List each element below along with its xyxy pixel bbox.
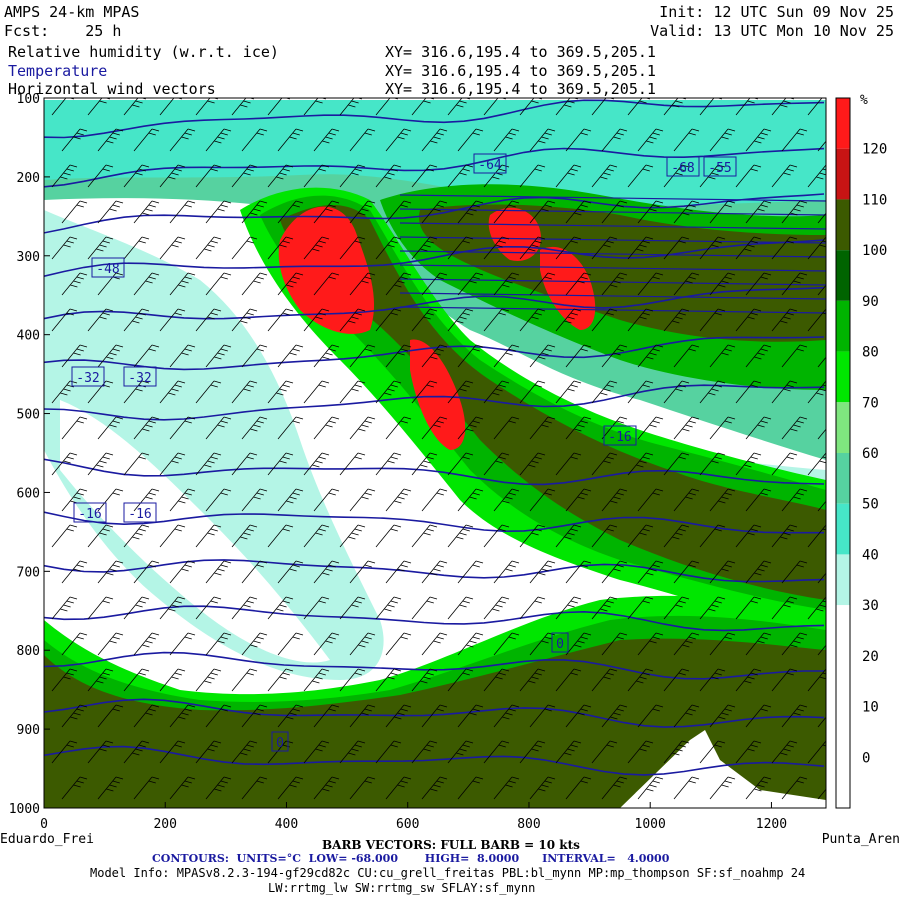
model-info-2: LW:rrtmg_lw SW:rrtmg_sw SFLAY:sf_mynn bbox=[268, 881, 536, 895]
svg-text:0: 0 bbox=[556, 637, 564, 652]
x-tick-label: 1200 bbox=[756, 817, 787, 832]
contour-note: CONTOURS: UNITS=°C LOW= -68.000 HIGH= 8.… bbox=[152, 852, 670, 865]
colorbar-swatch bbox=[836, 605, 850, 656]
svg-text:-55: -55 bbox=[708, 161, 731, 176]
colorbar-swatch bbox=[836, 250, 850, 301]
colorbar-swatch bbox=[836, 98, 850, 149]
colorbar-swatch bbox=[836, 655, 850, 707]
colorbar-label: 70 bbox=[862, 395, 879, 411]
colorbar-label: 50 bbox=[862, 497, 879, 513]
x-tick-label: 400 bbox=[275, 817, 298, 832]
model-info: Model Info: MPASv8.2.3-194-gf29cd82c CU:… bbox=[90, 866, 806, 880]
svg-text:-32: -32 bbox=[76, 371, 99, 386]
colorbar-swatch bbox=[836, 453, 850, 504]
colorbar-label: 30 bbox=[862, 598, 879, 614]
svg-text:0: 0 bbox=[276, 736, 284, 751]
colorbar: %1201101009080706050403020100 bbox=[835, 93, 887, 809]
y-tick-label: 1000 bbox=[9, 802, 40, 817]
x-tick-label: 800 bbox=[517, 817, 540, 832]
svg-text:-68: -68 bbox=[671, 161, 694, 176]
x-tick-label: 200 bbox=[153, 817, 176, 832]
y-tick-label: 100 bbox=[17, 92, 40, 107]
x-left-endpoint: Eduardo_Frei bbox=[0, 832, 94, 847]
barb-note: BARB VECTORS: FULL BARB = 10 kts bbox=[322, 838, 580, 852]
colorbar-swatch bbox=[836, 757, 850, 808]
colorbar-swatch bbox=[836, 351, 850, 403]
colorbar-label: 80 bbox=[862, 345, 879, 361]
colorbar-label: 10 bbox=[862, 700, 879, 716]
colorbar-label: 120 bbox=[862, 142, 887, 158]
colorbar-swatch bbox=[836, 503, 850, 555]
colorbar-label: 100 bbox=[862, 243, 887, 259]
svg-text:-16: -16 bbox=[128, 507, 151, 522]
svg-text:-48: -48 bbox=[96, 262, 119, 277]
colorbar-label: 90 bbox=[862, 294, 879, 310]
x-tick-label: 600 bbox=[396, 817, 419, 832]
y-tick-label: 600 bbox=[17, 486, 40, 501]
colorbar-label: 40 bbox=[862, 547, 879, 563]
colorbar-swatch bbox=[836, 554, 850, 606]
rh-shading bbox=[44, 98, 826, 808]
y-tick-label: 700 bbox=[17, 565, 40, 580]
y-tick-label: 900 bbox=[17, 723, 40, 738]
colorbar-swatch bbox=[836, 402, 850, 453]
y-tick-label: 200 bbox=[17, 171, 40, 186]
colorbar-swatch bbox=[836, 300, 850, 352]
cross-section-plot: -48-32 -32-16 -16-16-64 -68 -5500 1002003004… bbox=[9, 92, 888, 832]
colorbar-label: 60 bbox=[862, 446, 879, 462]
colorbar-label: 0 bbox=[862, 750, 870, 766]
svg-text:-16: -16 bbox=[78, 507, 101, 522]
y-tick-label: 800 bbox=[17, 644, 40, 659]
x-tick-label: 1000 bbox=[635, 817, 666, 832]
y-tick-label: 400 bbox=[17, 329, 40, 344]
y-tick-label: 300 bbox=[17, 250, 40, 265]
y-tick-label: 500 bbox=[17, 408, 40, 423]
colorbar-swatch bbox=[836, 199, 850, 251]
colorbar-label: 20 bbox=[862, 649, 879, 665]
colorbar-swatch bbox=[836, 148, 850, 200]
x-tick-label: 0 bbox=[40, 817, 48, 832]
svg-text:-16: -16 bbox=[608, 430, 631, 445]
svg-text:-32: -32 bbox=[128, 371, 151, 386]
colorbar-label: 110 bbox=[862, 192, 887, 208]
colorbar-unit: % bbox=[860, 93, 868, 108]
svg-text:-64: -64 bbox=[478, 158, 502, 173]
x-right-endpoint: Punta_Aren bbox=[821, 832, 900, 847]
colorbar-swatch bbox=[836, 706, 850, 758]
